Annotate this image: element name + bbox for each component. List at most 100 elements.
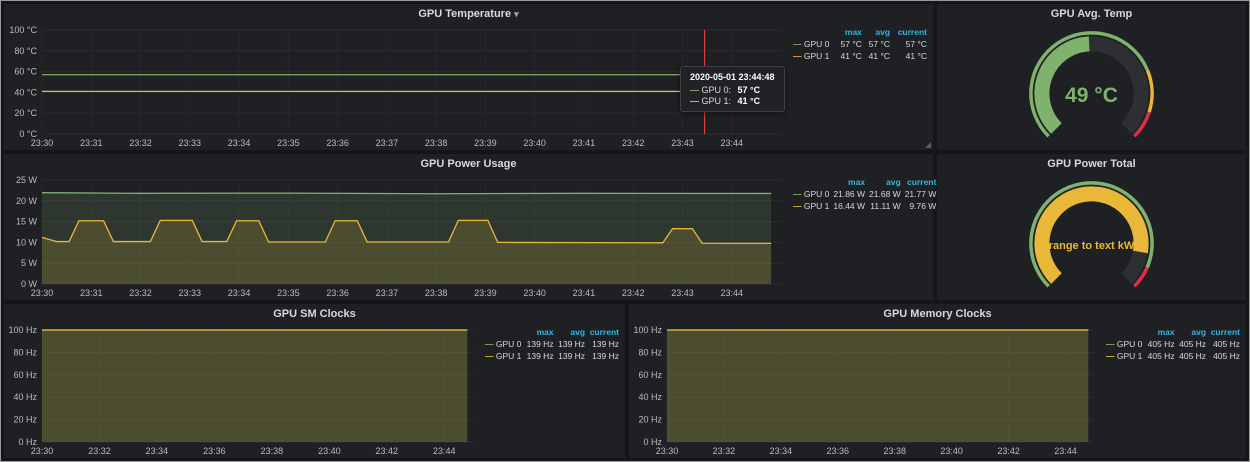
svg-text:23:44: 23:44 <box>720 288 743 298</box>
legend-row: — GPU 141 °C41 °C41 °C <box>791 50 929 62</box>
svg-text:23:44: 23:44 <box>720 138 743 148</box>
tooltip-timestamp: 2020-05-01 23:44:48 <box>690 72 775 82</box>
svg-text:23:43: 23:43 <box>671 288 694 298</box>
svg-text:23:40: 23:40 <box>523 138 546 148</box>
time-series-chart[interactable]: 100 °C80 °C60 °C40 °C20 °C0 °C23:3023:31… <box>6 24 789 148</box>
svg-text:80 °C: 80 °C <box>14 46 37 56</box>
legend-row: — GPU 1405 Hz405 Hz405 Hz <box>1104 350 1242 362</box>
svg-text:23:42: 23:42 <box>622 288 645 298</box>
legend-series-name[interactable]: — GPU 0 <box>791 38 836 50</box>
svg-text:23:34: 23:34 <box>228 138 251 148</box>
tooltip-series-value: 41 °C <box>738 96 761 106</box>
svg-text:25 W: 25 W <box>16 175 38 185</box>
legend-value: 405 Hz <box>1145 338 1176 350</box>
svg-text:80 Hz: 80 Hz <box>13 347 37 357</box>
svg-text:23:44: 23:44 <box>433 446 456 456</box>
legend-series-name[interactable]: — GPU 1 <box>1104 350 1145 362</box>
legend-value: 405 Hz <box>1177 350 1208 362</box>
legend-sort-header[interactable]: avg <box>556 326 587 338</box>
panel-title-gpu-power-usage[interactable]: GPU Power Usage <box>4 154 933 174</box>
svg-text:23:33: 23:33 <box>179 288 202 298</box>
svg-text:23:40: 23:40 <box>523 288 546 298</box>
svg-text:23:35: 23:35 <box>277 138 300 148</box>
svg-text:23:42: 23:42 <box>997 446 1020 456</box>
legend-value: 405 Hz <box>1208 338 1242 350</box>
series-color-dash: — <box>793 189 802 199</box>
legend-table: maxavgcurrent— GPU 021.86 W21.68 W21.77 … <box>791 176 929 212</box>
legend-series-name[interactable]: — GPU 1 <box>483 350 524 362</box>
svg-text:40 Hz: 40 Hz <box>638 392 662 402</box>
legend-sort-header[interactable]: max <box>831 176 867 188</box>
svg-text:15 W: 15 W <box>16 217 38 227</box>
svg-text:23:34: 23:34 <box>146 446 169 456</box>
legend-sort-header[interactable]: current <box>892 26 929 38</box>
legend-sort-header[interactable]: current <box>903 176 939 188</box>
tooltip-series-row: — GPU 1: 41 °C <box>690 96 775 106</box>
panel-title-gpu-sm-clocks[interactable]: GPU SM Clocks <box>4 304 625 324</box>
legend-sort-header[interactable]: max <box>836 26 864 38</box>
legend-series-name[interactable]: — GPU 1 <box>791 200 831 212</box>
svg-text:23:41: 23:41 <box>573 288 596 298</box>
svg-text:23:40: 23:40 <box>940 446 963 456</box>
svg-text:23:40: 23:40 <box>318 446 341 456</box>
svg-text:40 °C: 40 °C <box>14 87 37 97</box>
svg-text:60 Hz: 60 Hz <box>638 370 662 380</box>
legend-sort-header[interactable]: max <box>524 326 555 338</box>
panel-title-gpu-temperature[interactable]: GPU Temperature▾ <box>4 4 933 24</box>
time-series-chart[interactable]: 100 Hz80 Hz60 Hz40 Hz20 Hz0 Hz23:3023:32… <box>6 324 481 456</box>
legend-sort-header[interactable]: avg <box>867 176 903 188</box>
panel-title-gpu-power-total[interactable]: GPU Power Total <box>937 154 1246 174</box>
svg-text:23:39: 23:39 <box>474 138 497 148</box>
svg-text:23:37: 23:37 <box>376 138 399 148</box>
panel-title-text: GPU Power Total <box>1047 158 1135 170</box>
svg-text:23:41: 23:41 <box>573 138 596 148</box>
svg-text:20 °C: 20 °C <box>14 108 37 118</box>
legend-value: 139 Hz <box>587 350 621 362</box>
legend-table: maxavgcurrent— GPU 0405 Hz405 Hz405 Hz— … <box>1104 326 1242 362</box>
panel-title-gpu-memory-clocks[interactable]: GPU Memory Clocks <box>629 304 1246 324</box>
legend-sort-header[interactable]: avg <box>1177 326 1208 338</box>
legend-value: 21.68 W <box>867 188 903 200</box>
panel-gpu-sm-clocks: GPU SM Clocks 100 Hz80 Hz60 Hz40 Hz20 Hz… <box>4 304 625 458</box>
series-color-dash: — <box>1106 351 1115 361</box>
legend-series-name[interactable]: — GPU 0 <box>1104 338 1145 350</box>
svg-text:23:34: 23:34 <box>770 446 793 456</box>
legend-row: — GPU 0139 Hz139 Hz139 Hz <box>483 338 621 350</box>
legend-sort-header[interactable]: max <box>1145 326 1176 338</box>
svg-text:23:43: 23:43 <box>671 138 694 148</box>
legend-series-name[interactable]: — GPU 0 <box>791 188 831 200</box>
grafana-dashboard: GPU Temperature▾ 100 °C80 °C60 °C40 °C20… <box>0 0 1250 462</box>
time-series-chart[interactable]: 25 W20 W15 W10 W5 W0 W23:3023:3123:3223:… <box>6 174 789 298</box>
svg-text:23:38: 23:38 <box>883 446 906 456</box>
panel-resize-handle[interactable] <box>925 142 931 148</box>
legend-sort-header[interactable]: current <box>1208 326 1242 338</box>
svg-text:23:36: 23:36 <box>827 446 850 456</box>
svg-text:23:38: 23:38 <box>425 138 448 148</box>
svg-text:23:30: 23:30 <box>31 288 54 298</box>
legend-value: 405 Hz <box>1177 338 1208 350</box>
legend-value: 139 Hz <box>524 338 555 350</box>
svg-text:23:30: 23:30 <box>31 446 54 456</box>
svg-text:20 Hz: 20 Hz <box>13 415 37 425</box>
panel-gpu-avg-temp: GPU Avg. Temp 49 °C <box>937 4 1246 150</box>
panel-title-text: GPU Memory Clocks <box>883 308 991 320</box>
legend-value: 11.11 W <box>867 200 903 212</box>
series-color-dash: — <box>793 201 802 211</box>
svg-text:100 Hz: 100 Hz <box>8 325 37 335</box>
svg-text:80 Hz: 80 Hz <box>638 347 662 357</box>
svg-text:5 W: 5 W <box>21 258 38 268</box>
legend-table: maxavgcurrent— GPU 0139 Hz139 Hz139 Hz— … <box>483 326 621 362</box>
legend-sort-header[interactable]: current <box>587 326 621 338</box>
legend-series-name[interactable]: — GPU 1 <box>791 50 836 62</box>
series-color-dash: — <box>690 85 699 95</box>
legend-sort-header[interactable]: avg <box>864 26 892 38</box>
legend-value: 57 °C <box>892 38 929 50</box>
graph-tooltip: 2020-05-01 23:44:48 — GPU 0: 57 °C — GPU… <box>680 66 785 112</box>
legend-value: 57 °C <box>864 38 892 50</box>
legend-series-name[interactable]: — GPU 0 <box>483 338 524 350</box>
tooltip-series-name: GPU 0: <box>702 85 732 95</box>
panel-title-gpu-avg-temp[interactable]: GPU Avg. Temp <box>937 4 1246 24</box>
time-series-chart[interactable]: 100 Hz80 Hz60 Hz40 Hz20 Hz0 Hz23:3023:32… <box>631 324 1102 456</box>
svg-text:23:32: 23:32 <box>129 138 152 148</box>
gauge-value: range to text kW <box>937 240 1246 252</box>
